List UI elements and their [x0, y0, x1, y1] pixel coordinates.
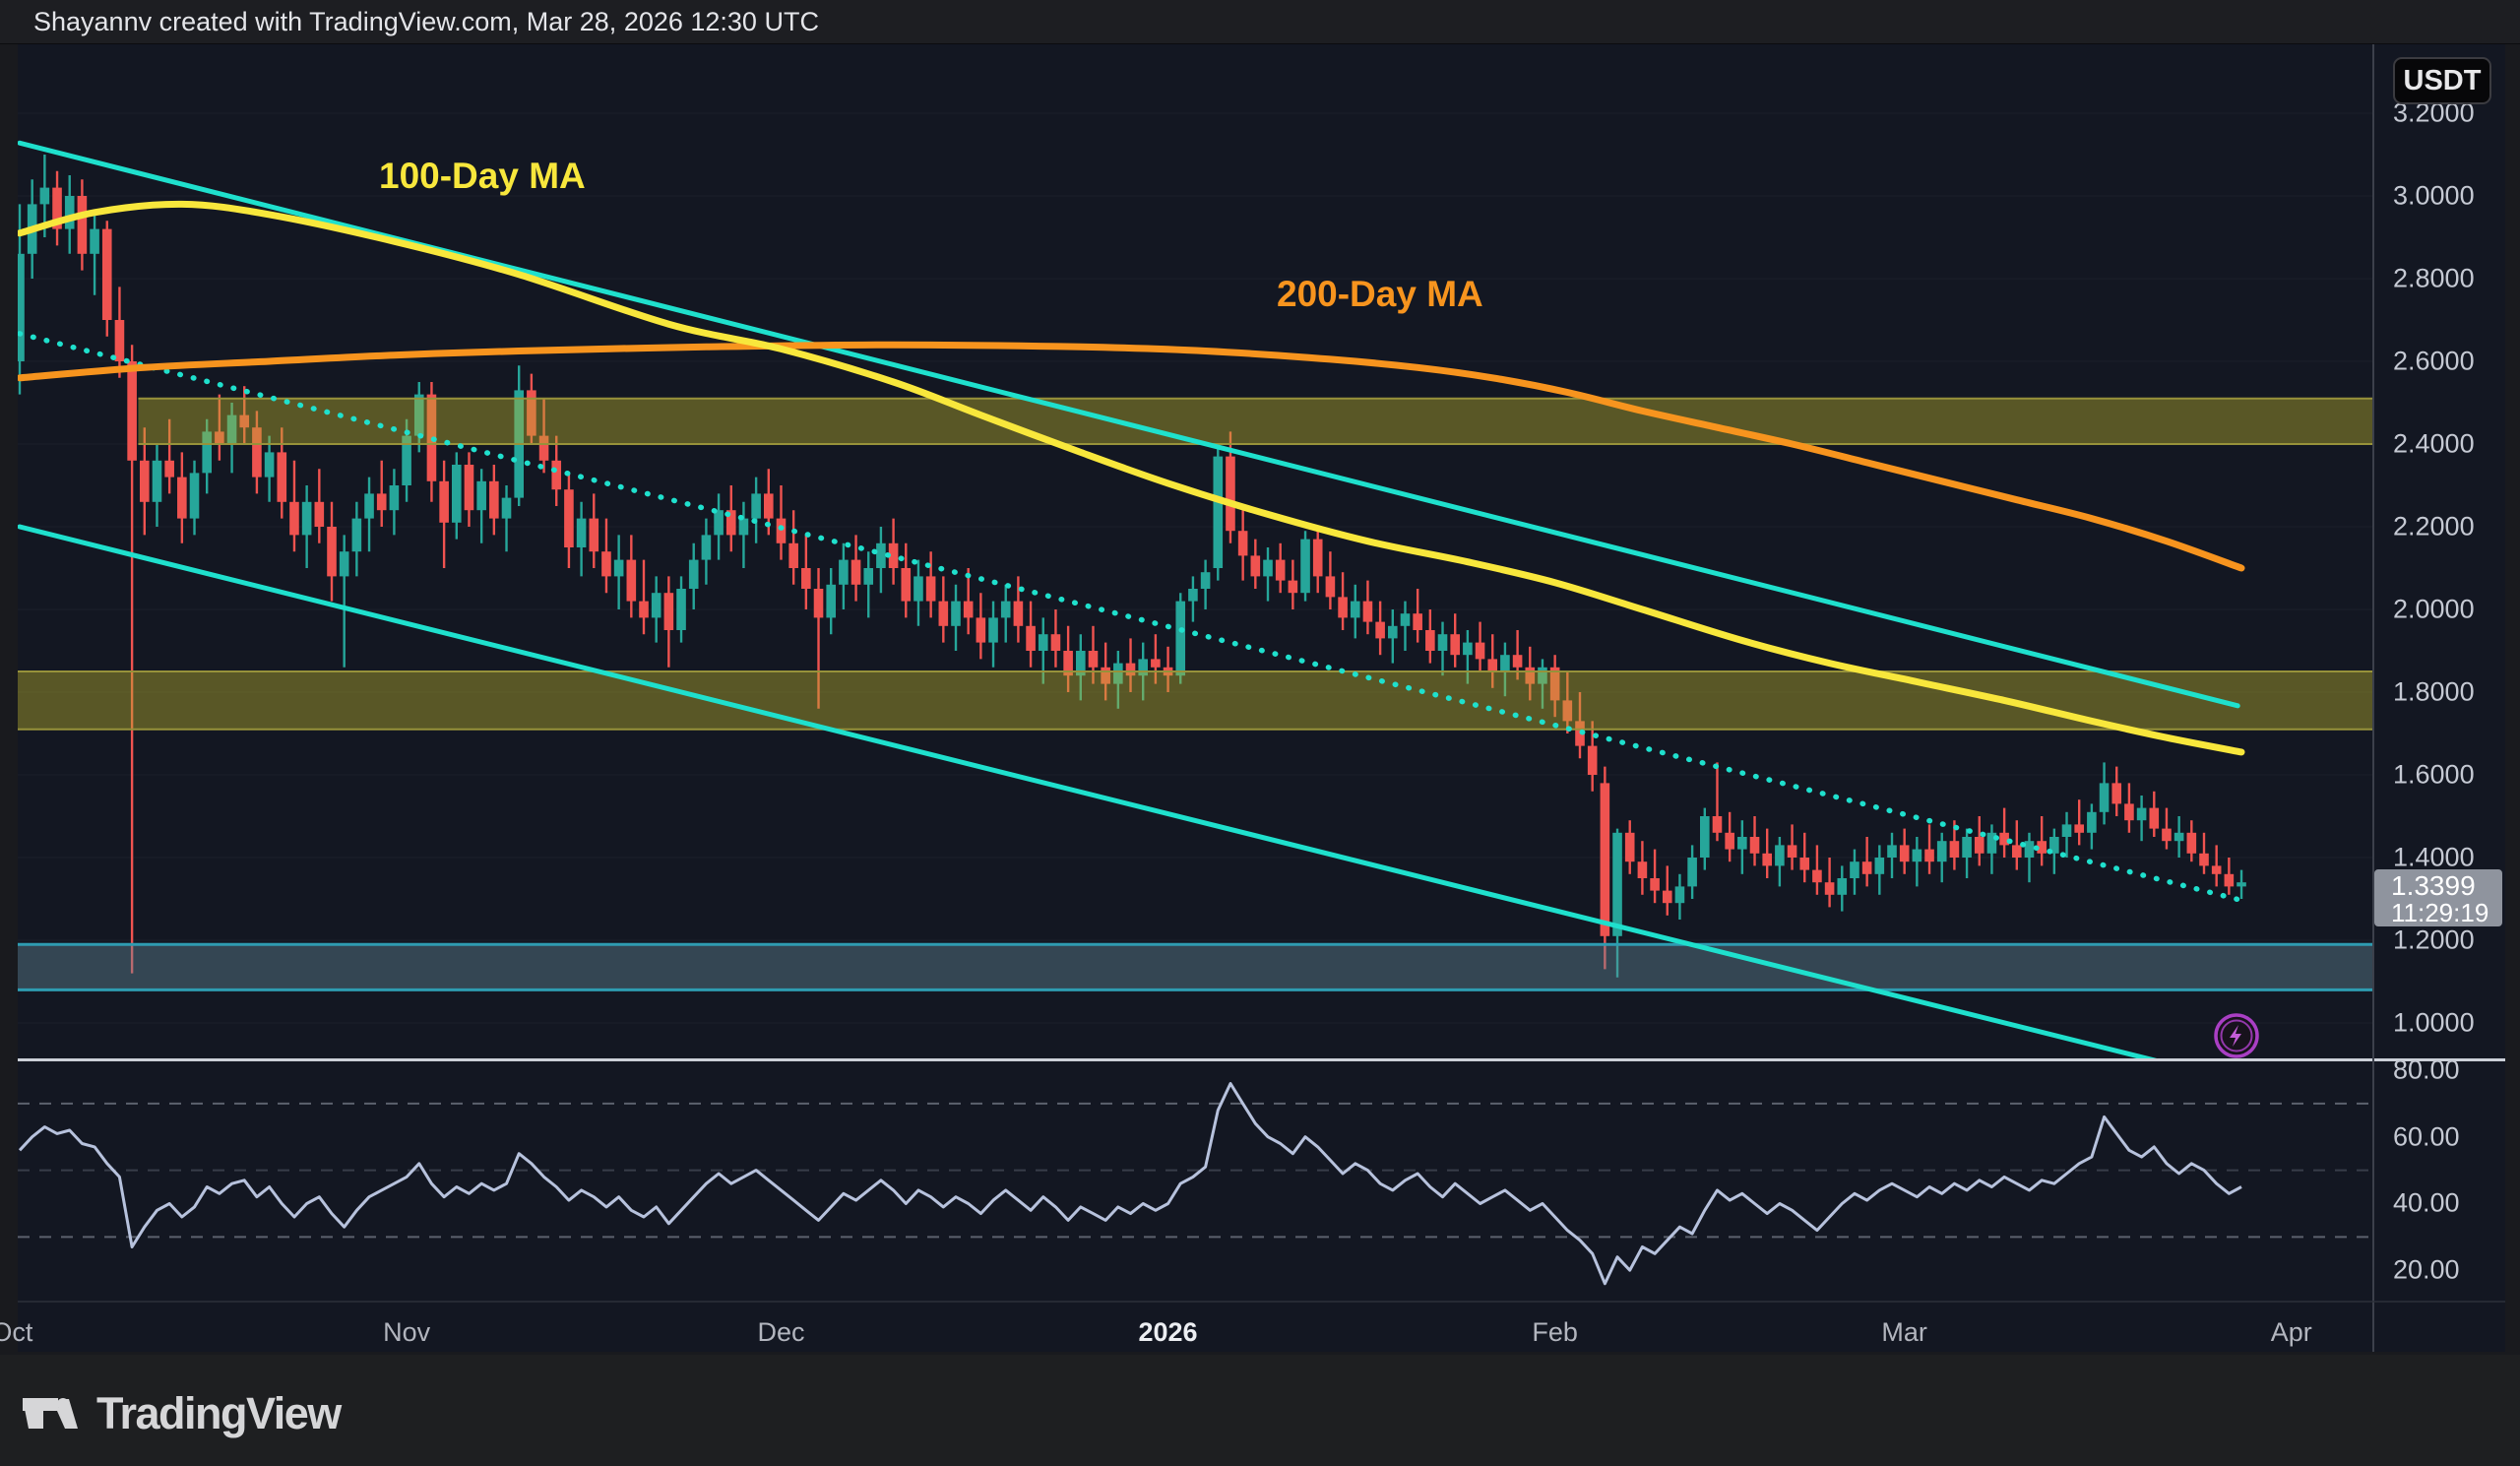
time-tick-Feb: Feb [1532, 1317, 1578, 1348]
time-tick-Apr: Apr [2271, 1317, 2312, 1348]
tradingview-logo[interactable]: TradingView [23, 1388, 341, 1439]
lightning-boost-button[interactable] [2216, 1015, 2257, 1056]
price-tick-2.4000: 2.4000 [2393, 429, 2475, 460]
attribution-bar: Shayannv created with TradingView.com, M… [0, 0, 2520, 44]
price-tick-1.0000: 1.0000 [2393, 1008, 2475, 1039]
price-tick-2.2000: 2.2000 [2393, 512, 2475, 542]
time-tick-Mar: Mar [1881, 1317, 1927, 1348]
ma200-annotation-label: 200-Day MA [1277, 274, 1483, 315]
price-tick-2.8000: 2.8000 [2393, 264, 2475, 294]
time-tick-Oct: Oct [0, 1317, 32, 1348]
tradingview-mark-icon [23, 1393, 80, 1434]
last-price-value: 1.3399 [2391, 870, 2502, 901]
rsi-tick-80.00: 80.00 [2393, 1055, 2460, 1086]
time-tick-Dec: Dec [757, 1317, 804, 1348]
price-tick-1.4000: 1.4000 [2393, 843, 2475, 873]
quote-currency-badge[interactable]: USDT [2393, 57, 2491, 104]
ma100-annotation-label: 100-Day MA [379, 156, 586, 197]
price-tick-2.0000: 2.0000 [2393, 595, 2475, 625]
resistance-zone-upper [138, 399, 2373, 444]
chart-left-margin [0, 43, 18, 1355]
price-tick-1.6000: 1.6000 [2393, 760, 2475, 791]
rsi-tick-20.00: 20.00 [2393, 1255, 2460, 1286]
last-price-badge: 1.3399 11:29:19 [2374, 869, 2502, 926]
chart-right-margin [2505, 43, 2520, 1355]
support-zone [7, 944, 2373, 989]
tradingview-published-chart: Shayannv created with TradingView.com, M… [0, 0, 2520, 1466]
price-tick-1.8000: 1.8000 [2393, 677, 2475, 708]
tradingview-logo-text: TradingView [96, 1388, 341, 1439]
time-tick-2026: 2026 [1139, 1317, 1198, 1348]
price-tick-2.6000: 2.6000 [2393, 347, 2475, 377]
bar-close-countdown: 11:29:19 [2391, 901, 2502, 925]
price-chart-canvas[interactable] [0, 0, 2520, 1466]
attribution-text: Shayannv created with TradingView.com, M… [33, 0, 819, 43]
price-tick-3.0000: 3.0000 [2393, 181, 2475, 212]
pane-separator [0, 1058, 2505, 1061]
price-tick-1.2000: 1.2000 [2393, 925, 2475, 956]
time-tick-Nov: Nov [383, 1317, 430, 1348]
rsi-tick-60.00: 60.00 [2393, 1121, 2460, 1152]
footer-bar: TradingView [0, 1355, 2520, 1466]
rsi-tick-40.00: 40.00 [2393, 1188, 2460, 1219]
